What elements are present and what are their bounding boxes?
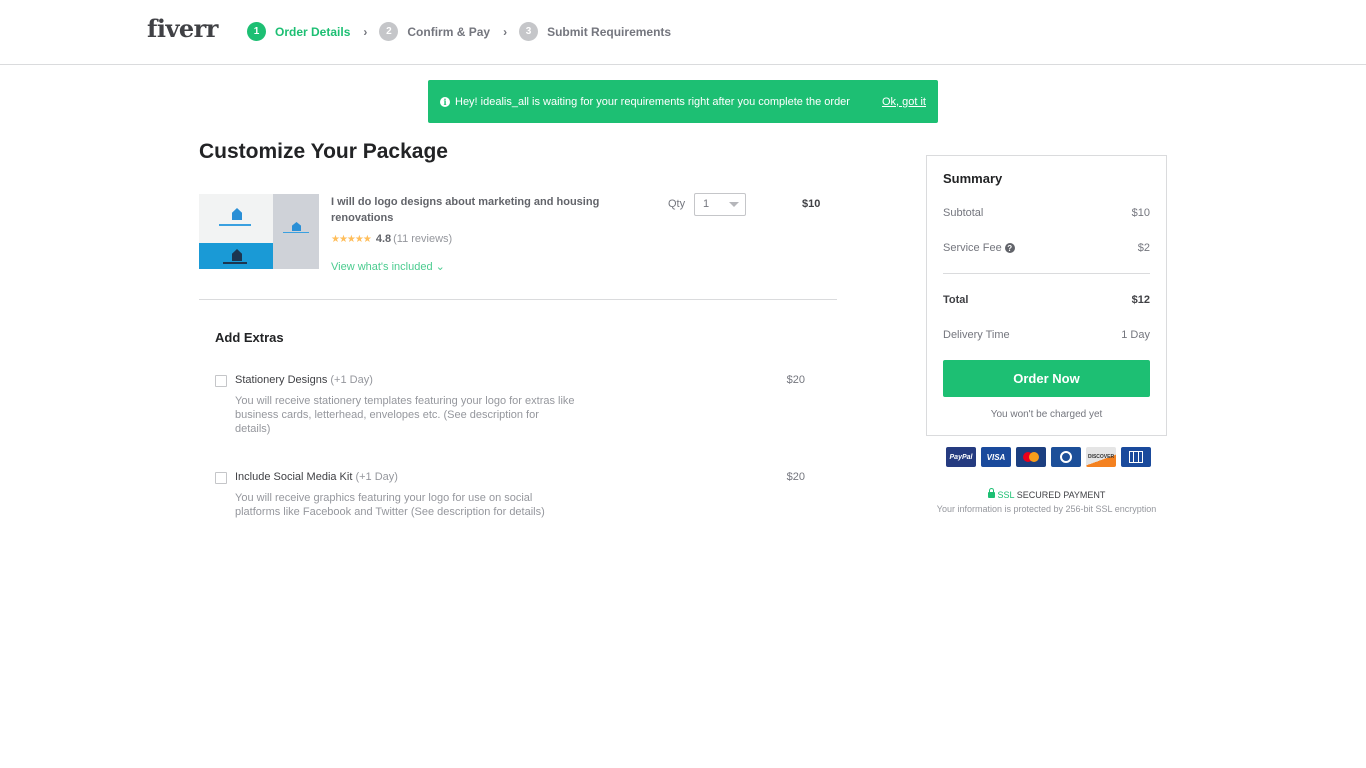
lock-icon [987,488,995,498]
step-label: Submit Requirements [547,24,672,39]
gig-thumbnail-image[interactable] [199,194,319,269]
ssl-secured-payment: SSL SECURED PAYMENT [926,488,1167,500]
delivery-time-value: 1 Day [1121,329,1150,341]
jcb-icon [1121,447,1151,467]
service-fee-row: Service Fee? $2 [943,242,1150,254]
extra-name[interactable]: Stationery Designs (+1 Day) [235,374,373,386]
mastercard-icon [1016,447,1046,467]
star-rating-icon: ★★★★★ [331,233,372,245]
step-number-badge: 3 [519,22,539,41]
total-row: Total $12 [943,294,1150,306]
banner-message: Hey! idealis_all is waiting for your req… [455,95,850,108]
gig-title[interactable]: I will do logo designs about marketing a… [331,194,621,226]
notification-banner: i Hey! idealis_all is waiting for your r… [428,80,938,123]
rating-score: 4.8 [375,233,392,245]
extra-description: You will receive stationery templates fe… [235,395,575,435]
discover-icon: DISCOVER [1086,447,1116,467]
chevron-right-icon: › [363,24,368,39]
charge-note: You won't be charged yet [990,409,1103,420]
caret-down-icon [729,202,739,207]
chevron-right-icon: › [503,24,508,39]
visa-icon: VISA [981,447,1011,467]
extra-checkbox[interactable] [215,472,227,484]
payment-methods: PayPal VISA DISCOVER [946,447,1151,467]
step-submit-requirements[interactable]: 3 Submit Requirements [519,22,671,41]
help-icon[interactable]: ? [1004,243,1015,254]
extra-price: $20 [786,471,805,483]
gig-package-row: I will do logo designs about marketing a… [199,193,837,300]
summary-title: Summary [943,171,1003,186]
view-whats-included-link[interactable]: View what's included ⌄ [331,260,445,273]
secured-payment-label: SECURED PAYMENT [1016,490,1106,500]
step-confirm-pay[interactable]: 2 Confirm & Pay [379,22,490,41]
delivery-time-label: Delivery Time [943,329,1010,341]
step-number-badge: 1 [247,22,266,41]
ssl-label: SSL [997,490,1015,500]
quantity-value: 1 [703,198,710,210]
top-header: fiverr 1 Order Details › 2 Confirm & Pay… [0,0,1366,65]
qty-label: Qty [668,198,686,210]
delivery-time-row: Delivery Time 1 Day [943,329,1150,341]
fiverr-logo[interactable]: fiverr [147,14,218,43]
quantity-select[interactable]: 1 [694,193,746,216]
checkout-steps: 1 Order Details › 2 Confirm & Pay › 3 Su… [247,22,671,41]
ssl-encryption-note: Your information is protected by 256-bit… [936,504,1157,514]
extra-name[interactable]: Include Social Media Kit (+1 Day) [235,471,398,483]
total-label: Total [943,294,969,306]
service-fee-label: Service Fee [943,242,1002,254]
paypal-icon: PayPal [946,447,976,467]
subtotal-label: Subtotal [943,207,984,219]
info-icon: i [440,96,450,107]
extra-description: You will receive graphics featuring your… [235,492,545,518]
extra-days: (+1 Day) [355,471,398,483]
extra-checkbox[interactable] [215,375,227,387]
step-order-details[interactable]: 1 Order Details [247,22,350,41]
diners-club-icon [1051,447,1081,467]
subtotal-row: Subtotal $10 [943,207,1150,219]
step-number-badge: 2 [379,22,399,41]
order-summary-card: Summary Subtotal $10 Service Fee? $2 Tot… [926,155,1167,436]
gig-rating: ★★★★★ 4.8 (11 reviews) [331,233,452,245]
review-count: (11 reviews) [393,233,453,245]
service-fee-value: $2 [1137,242,1150,254]
subtotal-value: $10 [1131,207,1150,219]
step-label: Order Details [275,24,351,39]
add-extras-heading: Add Extras [215,330,284,345]
summary-divider [943,273,1150,274]
order-now-button[interactable]: Order Now [943,360,1150,397]
step-label: Confirm & Pay [407,24,491,39]
gig-price: $10 [802,198,821,210]
extra-days: (+1 Day) [330,374,373,386]
extra-price: $20 [786,374,805,386]
page-title: Customize Your Package [199,140,448,163]
dismiss-banner-link[interactable]: Ok, got it [882,96,926,108]
total-value: $12 [1131,294,1150,306]
